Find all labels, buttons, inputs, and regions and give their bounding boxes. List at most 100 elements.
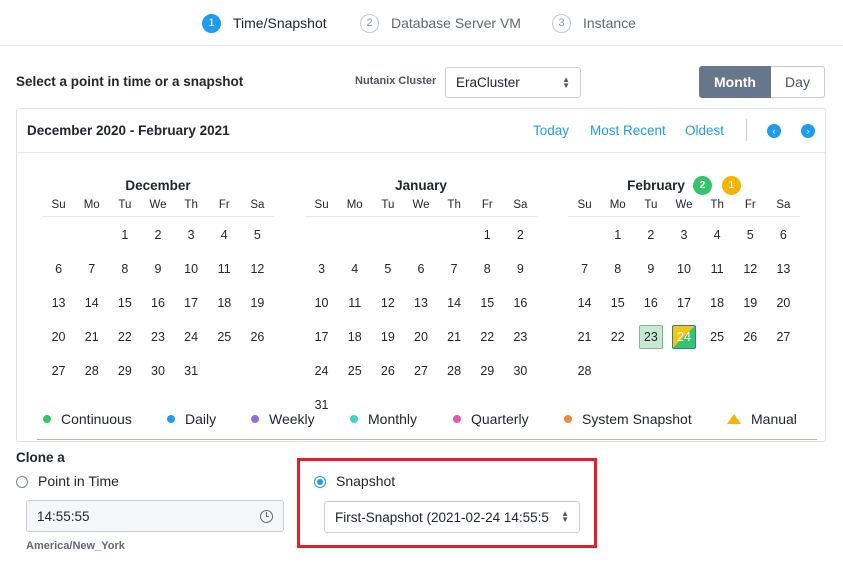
calendar-day[interactable]: 9 [504, 252, 537, 286]
calendar-day[interactable]: 6 [404, 252, 437, 286]
calendar-day[interactable]: 4 [338, 252, 371, 286]
calendar-day[interactable]: 11 [208, 252, 241, 286]
calendar-day[interactable]: 28 [438, 354, 471, 388]
calendar-day[interactable]: 3 [175, 218, 208, 252]
calendar-day[interactable]: 13 [404, 286, 437, 320]
calendar-day[interactable]: 19 [241, 286, 274, 320]
calendar-day[interactable]: 8 [471, 252, 504, 286]
calendar-day[interactable]: 12 [371, 286, 404, 320]
day-view-button[interactable]: Day [771, 66, 825, 98]
calendar-day[interactable]: 30 [141, 354, 174, 388]
calendar-day[interactable]: 14 [568, 286, 601, 320]
calendar-day[interactable]: 5 [241, 218, 274, 252]
calendar-day[interactable]: 6 [767, 218, 800, 252]
calendar-day[interactable]: 18 [208, 286, 241, 320]
cluster-select[interactable]: EraCluster ▲ ▼ [445, 67, 581, 98]
calendar-day[interactable]: 3 [667, 218, 700, 252]
calendar-day[interactable]: 23 [504, 320, 537, 354]
calendar-day[interactable]: 10 [305, 286, 338, 320]
calendar-day[interactable]: 23 [634, 320, 667, 354]
calendar-day[interactable]: 2 [504, 218, 537, 252]
point-in-time-radio[interactable] [16, 476, 28, 488]
calendar-day[interactable]: 16 [504, 286, 537, 320]
most-recent-link[interactable]: Most Recent [590, 123, 666, 138]
calendar-day[interactable]: 21 [568, 320, 601, 354]
calendar-day[interactable]: 29 [471, 354, 504, 388]
step-database-server-vm[interactable]: 2 Database Server VM [360, 13, 521, 33]
calendar-day[interactable]: 27 [404, 354, 437, 388]
calendar-day[interactable]: 20 [404, 320, 437, 354]
calendar-day[interactable]: 13 [42, 286, 75, 320]
step-time-snapshot[interactable]: 1 Time/Snapshot [202, 13, 327, 33]
calendar-day[interactable]: 5 [371, 252, 404, 286]
calendar-day[interactable]: 25 [701, 320, 734, 354]
calendar-day[interactable]: 16 [634, 286, 667, 320]
calendar-day[interactable]: 9 [634, 252, 667, 286]
point-in-time-label[interactable]: Point in Time [38, 473, 119, 489]
calendar-day[interactable]: 31 [175, 354, 208, 388]
calendar-day[interactable]: 22 [471, 320, 504, 354]
calendar-day[interactable]: 9 [141, 252, 174, 286]
calendar-day[interactable]: 2 [141, 218, 174, 252]
snapshot-label[interactable]: Snapshot [336, 473, 395, 489]
snapshot-select[interactable]: First-Snapshot (2021-02-24 14:55:5 ▲ ▼ [324, 501, 580, 533]
calendar-day[interactable]: 22 [108, 320, 141, 354]
calendar-day[interactable]: 26 [241, 320, 274, 354]
calendar-day[interactable]: 30 [504, 354, 537, 388]
calendar-day[interactable]: 18 [338, 320, 371, 354]
calendar-day[interactable]: 19 [371, 320, 404, 354]
calendar-day[interactable]: 7 [568, 252, 601, 286]
calendar-day[interactable]: 28 [568, 354, 601, 388]
calendar-day[interactable]: 12 [734, 252, 767, 286]
oldest-link[interactable]: Oldest [685, 123, 724, 138]
calendar-day[interactable]: 24 [667, 320, 700, 354]
chevron-right-icon[interactable]: › [801, 124, 815, 138]
calendar-day[interactable]: 23 [141, 320, 174, 354]
calendar-day[interactable]: 29 [108, 354, 141, 388]
calendar-day[interactable]: 7 [75, 252, 108, 286]
calendar-day[interactable]: 4 [701, 218, 734, 252]
calendar-day[interactable]: 8 [601, 252, 634, 286]
calendar-day[interactable]: 27 [42, 354, 75, 388]
calendar-day[interactable]: 17 [175, 286, 208, 320]
calendar-day[interactable]: 2 [634, 218, 667, 252]
calendar-day[interactable]: 8 [108, 252, 141, 286]
calendar-day[interactable]: 14 [75, 286, 108, 320]
chevron-left-icon[interactable]: ‹ [767, 124, 781, 138]
calendar-day[interactable]: 15 [601, 286, 634, 320]
calendar-day[interactable]: 7 [438, 252, 471, 286]
calendar-day[interactable]: 26 [371, 354, 404, 388]
calendar-day[interactable]: 24 [175, 320, 208, 354]
calendar-day[interactable]: 15 [108, 286, 141, 320]
today-link[interactable]: Today [533, 123, 569, 138]
calendar-day[interactable]: 15 [471, 286, 504, 320]
calendar-day[interactable]: 5 [734, 218, 767, 252]
calendar-day[interactable]: 19 [734, 286, 767, 320]
calendar-day[interactable]: 26 [734, 320, 767, 354]
calendar-day[interactable]: 24 [305, 354, 338, 388]
calendar-day[interactable]: 28 [75, 354, 108, 388]
calendar-day[interactable]: 12 [241, 252, 274, 286]
snapshot-radio[interactable] [314, 476, 326, 488]
calendar-day[interactable]: 10 [175, 252, 208, 286]
calendar-day[interactable]: 20 [42, 320, 75, 354]
step-instance[interactable]: 3 Instance [552, 13, 636, 33]
calendar-day[interactable]: 27 [767, 320, 800, 354]
calendar-day[interactable]: 11 [701, 252, 734, 286]
calendar-day[interactable]: 22 [601, 320, 634, 354]
calendar-day[interactable]: 1 [601, 218, 634, 252]
calendar-day[interactable]: 4 [208, 218, 241, 252]
calendar-day[interactable]: 17 [305, 320, 338, 354]
clock-icon[interactable] [260, 509, 273, 523]
calendar-day[interactable]: 16 [141, 286, 174, 320]
time-input[interactable]: 14:55:55 [26, 500, 284, 532]
calendar-day[interactable]: 14 [438, 286, 471, 320]
calendar-day[interactable]: 13 [767, 252, 800, 286]
calendar-day[interactable]: 1 [108, 218, 141, 252]
calendar-day[interactable]: 18 [701, 286, 734, 320]
month-view-button[interactable]: Month [699, 66, 771, 98]
calendar-day[interactable]: 10 [667, 252, 700, 286]
calendar-day[interactable]: 21 [75, 320, 108, 354]
calendar-day[interactable]: 25 [338, 354, 371, 388]
calendar-day[interactable]: 6 [42, 252, 75, 286]
